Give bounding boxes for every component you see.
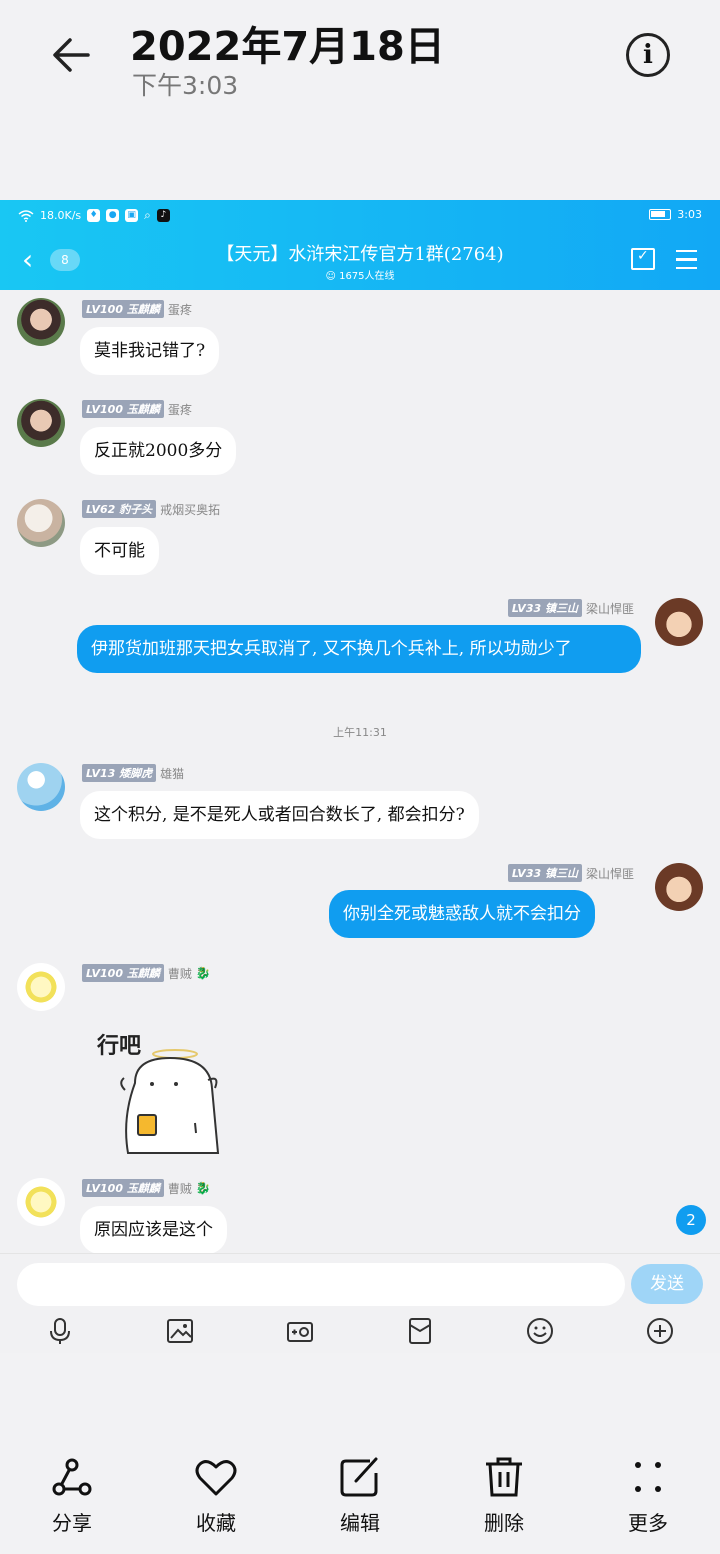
send-button[interactable]: 发送	[631, 1264, 703, 1304]
more-label: 更多	[628, 1511, 668, 1535]
level-badge: LV33 镇三山	[507, 599, 582, 617]
message-timestamp: 上午11:31	[333, 726, 387, 739]
delete-button[interactable]: 删除	[454, 1453, 554, 1536]
message-bubble[interactable]: 不可能	[80, 527, 159, 575]
app-notif-icon: ▣	[125, 209, 139, 222]
plus-circle-icon[interactable]	[645, 1316, 675, 1346]
edit-label: 编辑	[340, 1511, 380, 1535]
more-button[interactable]: 更多	[598, 1453, 698, 1536]
message-input[interactable]	[17, 1263, 625, 1306]
screenshot-image: 18.0K/s ♦ ● ▣ ⌕ ♪ 3:03 ‹ 8 【天元】水浒宋江传官方1群…	[0, 200, 720, 1353]
level-badge: LV100 玉麒麟	[82, 964, 164, 982]
message-bubble[interactable]: 反正就2000多分	[80, 427, 237, 475]
member-title: 曹贼	[167, 1181, 192, 1196]
avatar[interactable]	[655, 598, 703, 646]
wechat-icon: ●	[106, 209, 120, 222]
avatar[interactable]	[17, 1178, 65, 1226]
online-count: ☺ 1675人在线	[325, 271, 395, 282]
cat-sticker-icon	[120, 1049, 220, 1154]
edit-icon	[340, 1457, 378, 1497]
microphone-icon[interactable]	[45, 1316, 75, 1346]
sender-meta: LV33 镇三山 梁山悍匪	[507, 864, 634, 882]
photo-date: 2022年7月18日	[130, 24, 445, 70]
level-badge: LV100 玉麒麟	[82, 300, 164, 318]
menu-icon[interactable]	[676, 250, 697, 269]
gallery-header: 2022年7月18日 下午3:03 i	[0, 0, 720, 200]
member-title: 雄猫	[160, 766, 185, 781]
avatar[interactable]	[17, 499, 65, 547]
camera-icon[interactable]	[285, 1316, 315, 1346]
network-speed: 18.0K/s	[40, 209, 82, 222]
info-icon[interactable]: i	[626, 33, 670, 77]
group-title[interactable]: 【天元】水浒宋江传官方1群(2764)	[0, 240, 720, 266]
more-icon	[635, 1462, 661, 1492]
wifi-icon	[18, 209, 34, 222]
status-time: 3:03	[677, 208, 702, 221]
member-title: 戒烟买奥拓	[160, 502, 221, 517]
photo-action-bar: 分享 收藏 编辑 删除 更多	[0, 1353, 720, 1554]
sender-meta: LV100 玉麒麟 蛋疼	[82, 300, 192, 318]
sender-meta: LV100 玉麒麟 蛋疼	[82, 400, 192, 418]
favorite-label: 收藏	[196, 1511, 236, 1535]
search-icon: ⌕	[144, 208, 151, 222]
calendar-check-icon[interactable]	[631, 248, 655, 270]
composer: 发送	[0, 1253, 720, 1353]
message-bubble[interactable]: 原因应该是这个	[80, 1206, 227, 1254]
message-bubble[interactable]: 莫非我记错了?	[80, 327, 220, 375]
sender-meta: LV100 玉麒麟 曹贼 🐉	[82, 964, 211, 982]
message-bubble[interactable]: 伊那货加班那天把女兵取消了, 又不换几个兵补上, 所以功勋少了	[77, 625, 641, 673]
sender-meta: LV13 矮脚虎 雄猫	[82, 764, 184, 782]
edit-button[interactable]: 编辑	[310, 1453, 410, 1536]
level-badge: LV33 镇三山	[507, 864, 582, 882]
level-badge: LV13 矮脚虎	[82, 764, 157, 782]
sender-meta: LV62 豹子头 戒烟买奥拓	[82, 500, 220, 518]
new-message-badge[interactable]: 2	[676, 1205, 706, 1235]
tiktok-icon: ♪	[156, 209, 170, 222]
level-badge: LV62 豹子头	[82, 500, 157, 518]
battery-icon	[649, 209, 672, 220]
status-bar: 18.0K/s ♦ ● ▣ ⌕ ♪ 3:03	[0, 200, 720, 230]
heart-icon	[195, 1460, 237, 1496]
image-icon[interactable]	[165, 1316, 195, 1346]
dragon-badge-icon: 🐉	[195, 1181, 211, 1195]
avatar[interactable]	[17, 399, 65, 447]
sender-meta: LV100 玉麒麟 曹贼 🐉	[82, 1179, 211, 1197]
member-title: 蛋疼	[167, 402, 192, 417]
avatar[interactable]	[17, 298, 65, 346]
back-arrow-icon[interactable]	[48, 30, 98, 80]
member-title: 梁山悍匪	[585, 866, 634, 881]
level-badge: LV100 玉麒麟	[82, 1179, 164, 1197]
member-title: 蛋疼	[167, 302, 192, 317]
delete-label: 删除	[484, 1511, 524, 1535]
member-title: 曹贼	[167, 966, 192, 981]
trash-icon	[486, 1457, 522, 1497]
level-badge: LV100 玉麒麟	[82, 400, 164, 418]
avatar[interactable]	[17, 963, 65, 1011]
dragon-badge-icon: 🐉	[195, 966, 211, 980]
sticker-image[interactable]: 行吧	[80, 1028, 230, 1158]
message-bubble[interactable]: 你别全死或魅惑敌人就不会扣分	[329, 890, 595, 938]
share-label: 分享	[52, 1511, 92, 1535]
emoji-icon[interactable]	[525, 1316, 555, 1346]
online-count-text: 1675人在线	[339, 271, 395, 282]
favorite-button[interactable]: 收藏	[166, 1453, 266, 1536]
red-packet-icon[interactable]	[405, 1316, 435, 1346]
member-title: 梁山悍匪	[585, 601, 634, 616]
photo-time: 下午3:03	[132, 71, 239, 100]
avatar[interactable]	[17, 763, 65, 811]
avatar[interactable]	[655, 863, 703, 911]
app-notif-icon: ♦	[87, 209, 101, 222]
chat-header: 18.0K/s ♦ ● ▣ ⌕ ♪ 3:03 ‹ 8 【天元】水浒宋江传官方1群…	[0, 200, 720, 290]
message-bubble[interactable]: 这个积分, 是不是死人或者回合数长了, 都会扣分?	[80, 791, 479, 839]
share-button[interactable]: 分享	[22, 1453, 122, 1536]
sender-meta: LV33 镇三山 梁山悍匪	[507, 599, 634, 617]
share-icon	[52, 1458, 92, 1496]
